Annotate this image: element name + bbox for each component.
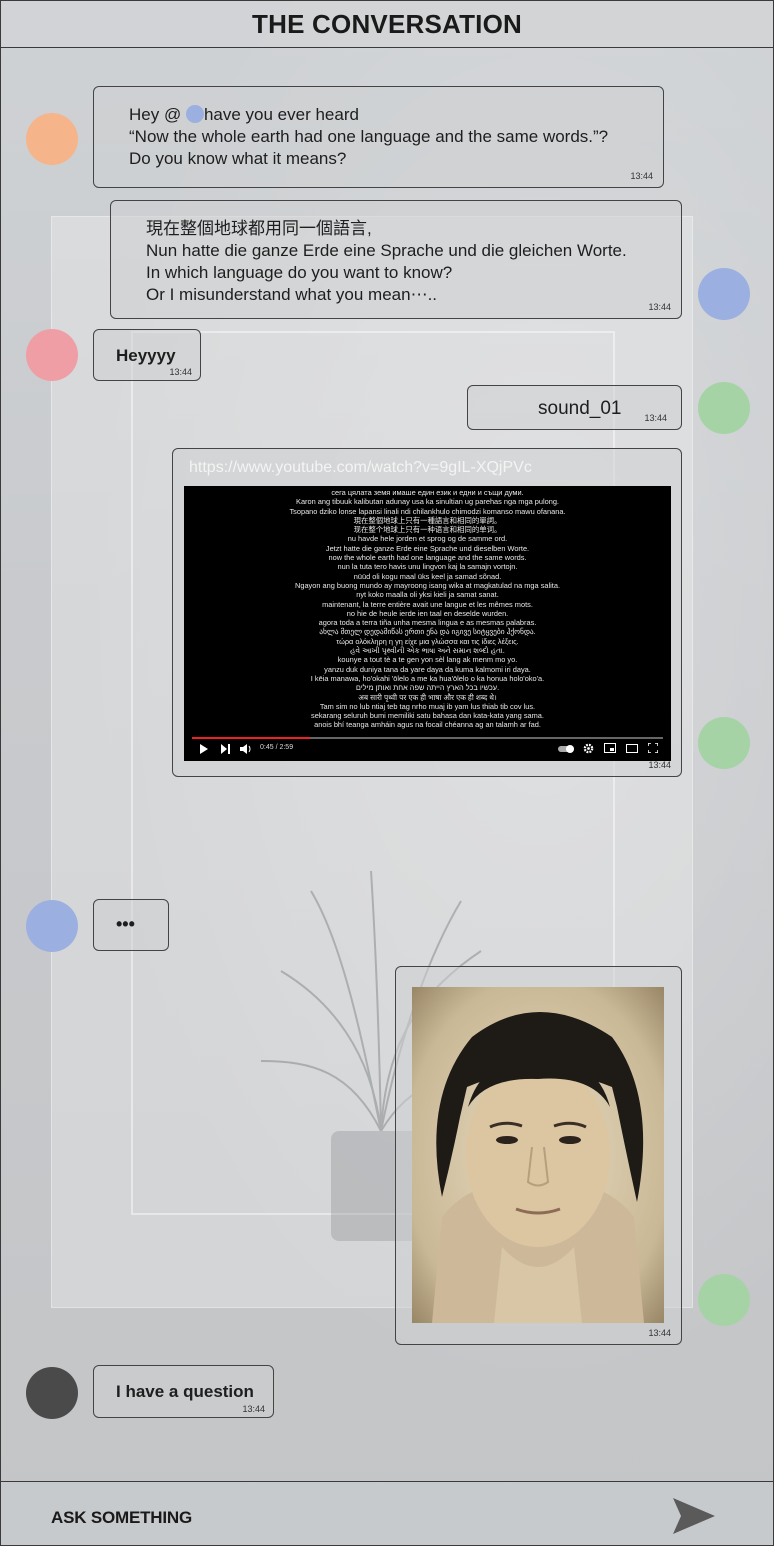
video-caption-line: now the whole earth had one language and… — [328, 553, 527, 563]
avatar-green[interactable] — [698, 382, 750, 434]
message-bubble: I have a question 13:44 — [93, 1365, 274, 1418]
video-caption-line: agora toda a terra tiña unha mesma lingu… — [318, 618, 537, 628]
video-caption-line: I kēia manawa, ho'okahi 'ōlelo a me ka h… — [310, 673, 545, 683]
message-time: 13:44 — [630, 171, 653, 181]
theater-icon[interactable] — [626, 744, 638, 753]
portrait-photo[interactable] — [412, 987, 664, 1323]
video-caption-line: હવે આખી પૃથ્વીની એક ભાષા અને સમાન શબ્દો … — [350, 646, 505, 656]
video-caption-text: сега цялата земя имаше един език и едни … — [184, 488, 671, 730]
ask-input[interactable]: ASK SOMETHING — [51, 1508, 192, 1528]
play-icon[interactable] — [199, 744, 209, 754]
message-line: In which language do you want to know? — [146, 263, 453, 282]
message-time: 13:44 — [648, 1328, 671, 1338]
audio-filename: sound_01 — [538, 398, 622, 419]
video-caption-line: τώρα ολόκληρη η γη είχε μια γλώσσα και τ… — [336, 636, 519, 646]
send-arrow-icon[interactable] — [671, 1496, 717, 1536]
video-caption-line: сега цялата земя имаше един език и едни … — [331, 488, 524, 497]
avatar-blue[interactable] — [26, 900, 78, 952]
message-text: Hey @ have you ever heard “Now the whole… — [129, 104, 608, 170]
message-line: “Now the whole earth had one language an… — [129, 127, 609, 146]
video-caption-line: 现在整个地球上只有一种语言和相同的单词。 — [353, 525, 502, 535]
page-title: THE CONVERSATION — [252, 8, 522, 39]
video-caption-line: yanzu duk duniya tana da yare daya da ku… — [324, 664, 531, 674]
message-line: have you ever heard — [203, 105, 359, 124]
message-line: Hey @ — [129, 105, 186, 124]
video-progress-bar[interactable] — [192, 737, 663, 739]
composer-bar: ASK SOMETHING — [1, 1481, 773, 1545]
typing-dots: ••• — [116, 914, 135, 934]
message-line: Do you know what it means? — [129, 149, 347, 168]
avatar-pink[interactable] — [26, 329, 78, 381]
video-caption-line: עכשיו בכל הארץ הייתה שפה אחת ואותן מילים… — [355, 683, 500, 693]
message-time: 13:44 — [648, 760, 671, 770]
miniplayer-icon[interactable] — [604, 743, 616, 753]
audio-message[interactable]: sound_01 13:44 — [467, 385, 682, 430]
message-time: 13:44 — [644, 413, 667, 423]
video-caption-line: ახლა მთელ დედამიწას ერთი ენა და იგივე სი… — [319, 627, 536, 637]
message-line: 現在整個地球都用同一個語言, — [146, 219, 372, 238]
message-text: I have a question — [116, 1382, 254, 1401]
photo-message: 13:44 — [395, 966, 682, 1345]
video-caption-line: sekarang seluruh bumi memiliki satu baha… — [311, 711, 544, 721]
message-bubble: Hey @ have you ever heard “Now the whole… — [93, 86, 664, 188]
message-line: Nun hatte die ganze Erde eine Sprache un… — [146, 241, 627, 260]
message-text: Heyyyy — [116, 346, 176, 365]
autoplay-toggle-icon[interactable] — [558, 745, 574, 753]
video-caption-line: maintenant, la terre entière avait une l… — [322, 599, 533, 609]
video-caption-line: Ngayon ang buong mundo ay mayroong isang… — [295, 580, 560, 590]
video-caption-line: no hie de heule ierde ien taal en deseld… — [346, 608, 509, 618]
video-controls: 0:45 / 2:59 — [184, 733, 671, 761]
mention-avatar[interactable] — [185, 105, 204, 123]
next-icon[interactable] — [220, 744, 230, 754]
video-caption-line: anois bhí teanga amháin agus na focail c… — [314, 720, 541, 730]
message-time: 13:44 — [242, 1404, 265, 1414]
chat-app: THE CONVERSATION Hey @ have you ever hea… — [0, 0, 774, 1546]
video-caption-line: 現在整個地球上只有一種語言和相同的單詞。 — [353, 515, 502, 525]
video-message: https://www.youtube.com/watch?v=9gIL-XQj… — [172, 448, 682, 777]
video-caption-line: nu havde hele jorden et sprog og de samm… — [347, 534, 508, 544]
video-caption-line: nun la tuta tero havis unu lingvon kaj l… — [337, 562, 518, 572]
message-bubble: 現在整個地球都用同一個語言, Nun hatte die ganze Erde … — [110, 200, 682, 319]
avatar-dark[interactable] — [26, 1367, 78, 1419]
video-caption-line: Jetzt hatte die ganze Erde eine Sprache … — [325, 543, 530, 553]
typing-indicator: ••• — [93, 899, 169, 951]
video-caption-line: nüüd oli kogu maal üks keel ja samad sõn… — [353, 571, 502, 581]
avatar-blue[interactable] — [698, 268, 750, 320]
video-time: 0:45 / 2:59 — [260, 744, 294, 751]
video-caption-line: Tsopano dziko lonse lapansi linali ndi c… — [289, 506, 566, 516]
video-caption-line: अब सारी पृथ्वी पर एक ही भाषा और एक ही शब… — [358, 692, 497, 702]
message-text: 現在整個地球都用同一個語言, Nun hatte die ganze Erde … — [146, 218, 627, 306]
avatar-green[interactable] — [698, 717, 750, 769]
message-time: 13:44 — [648, 302, 671, 312]
fullscreen-icon[interactable] — [648, 743, 658, 753]
video-player[interactable]: сега цялата земя имаше един език и едни … — [184, 486, 671, 761]
video-link[interactable]: https://www.youtube.com/watch?v=9gIL-XQj… — [189, 459, 532, 477]
message-bubble: Heyyyy 13:44 — [93, 329, 201, 381]
video-caption-line: kounye a tout tè a te gen yon sèl lang a… — [337, 655, 518, 665]
video-caption-line: Tam sim no lub ntiaj teb tag nrho muaj i… — [319, 701, 536, 711]
settings-icon[interactable] — [583, 743, 594, 754]
message-time: 13:44 — [169, 367, 192, 377]
volume-icon[interactable] — [240, 744, 252, 754]
video-caption-line: Karon ang tibuuk kalibutan adunay usa ka… — [296, 497, 559, 507]
avatar-orange[interactable] — [26, 113, 78, 165]
video-caption-line: nyt koko maalla oli yksi kieli ja samat … — [356, 590, 499, 600]
app-header: THE CONVERSATION — [1, 1, 773, 48]
message-line: Or I misunderstand what you mean⋯.. — [146, 285, 438, 304]
avatar-green[interactable] — [698, 1274, 750, 1326]
